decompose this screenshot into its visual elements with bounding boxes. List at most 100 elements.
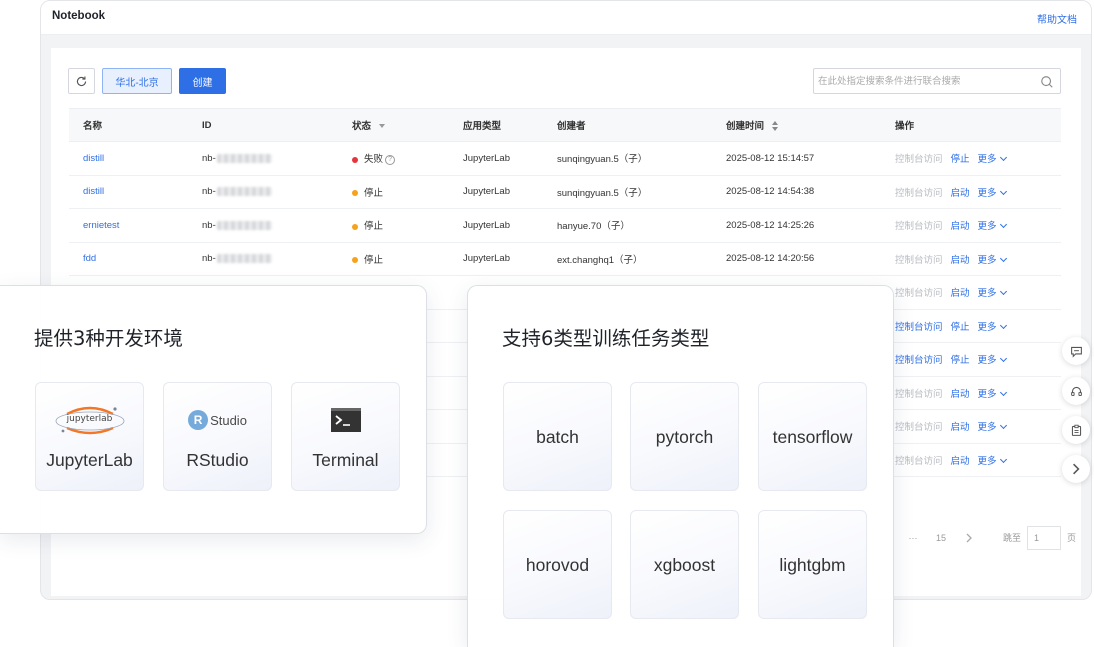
- more-label: 更多: [977, 288, 997, 300]
- table-row: distill nb- 失败? JupyterLab sunqingyuan.5…: [69, 141, 1061, 176]
- message-button[interactable]: [1062, 337, 1090, 365]
- search-icon[interactable]: [1040, 75, 1054, 89]
- start-link[interactable]: 启动: [951, 422, 970, 433]
- start-link[interactable]: 启动: [951, 255, 970, 266]
- jump-to-label: 跳至: [1003, 533, 1022, 543]
- chevron-down-icon: [999, 154, 1007, 162]
- more-dropdown[interactable]: 更多: [977, 288, 1007, 300]
- more-label: 更多: [977, 187, 997, 199]
- training-type-horovod[interactable]: horovod: [503, 510, 612, 619]
- masked-id: [216, 220, 272, 230]
- expand-toolbar-button[interactable]: [1062, 455, 1090, 483]
- start-link[interactable]: 启动: [951, 389, 970, 400]
- pagination-page-last[interactable]: 15: [929, 526, 953, 550]
- status-text: 停止: [364, 254, 384, 266]
- start-link[interactable]: 启动: [951, 221, 970, 232]
- search-input[interactable]: [818, 72, 1028, 90]
- app-type: JupyterLab: [463, 208, 557, 243]
- training-type-xgboost[interactable]: xgboost: [630, 510, 739, 619]
- more-dropdown[interactable]: 更多: [977, 254, 1007, 266]
- training-type-batch[interactable]: batch: [503, 382, 612, 491]
- column-header-created-at-label: 创建时间: [726, 121, 765, 132]
- next-page-button[interactable]: [957, 526, 981, 550]
- rstudio-tile[interactable]: R Studio RStudio: [163, 382, 272, 491]
- status-text: 停止: [364, 221, 384, 233]
- training-type-lightgbm[interactable]: lightgbm: [758, 510, 867, 619]
- console-access-link[interactable]: 控制台访问: [895, 255, 943, 266]
- message-icon: [1070, 346, 1082, 358]
- column-header-status[interactable]: 状态: [352, 108, 463, 142]
- notebook-name-link[interactable]: distill: [83, 186, 104, 197]
- start-link[interactable]: 启动: [951, 456, 970, 467]
- filter-caret-icon[interactable]: [379, 124, 386, 129]
- column-header-id: ID: [202, 108, 352, 142]
- masked-id: [216, 187, 272, 197]
- status-dot: [352, 156, 358, 163]
- console-access-link[interactable]: 控制台访问: [895, 355, 943, 366]
- notes-button[interactable]: [1062, 416, 1090, 444]
- training-type-label: pytorch: [655, 427, 714, 447]
- more-dropdown[interactable]: 更多: [977, 355, 1007, 367]
- more-dropdown[interactable]: 更多: [977, 321, 1007, 333]
- notebook-name-link[interactable]: fdd: [83, 253, 96, 264]
- console-access-link[interactable]: 控制台访问: [895, 154, 943, 165]
- more-label: 更多: [977, 388, 997, 400]
- console-access-link[interactable]: 控制台访问: [895, 456, 943, 467]
- clipboard-icon: [1071, 424, 1081, 436]
- chevron-down-icon: [999, 254, 1007, 262]
- more-label: 更多: [977, 221, 997, 233]
- app-type: JupyterLab: [463, 141, 557, 176]
- screenshot-stage: Notebook 帮助文档 华北-北京 创建 在此处指定搜索条件进行联合搜索 名…: [0, 0, 1094, 647]
- region-selector-button[interactable]: 华北-北京: [102, 68, 172, 94]
- console-access-link[interactable]: 控制台访问: [895, 389, 943, 400]
- more-dropdown[interactable]: 更多: [978, 154, 1007, 165]
- more-label: 更多: [977, 254, 997, 266]
- terminal-tile[interactable]: Terminal: [291, 382, 400, 491]
- more-dropdown[interactable]: 更多: [978, 422, 1007, 433]
- start-link[interactable]: 启动: [951, 288, 970, 299]
- console-access-link[interactable]: 控制台访问: [895, 188, 943, 199]
- more-dropdown[interactable]: 更多: [977, 187, 1007, 199]
- page-title: Notebook: [52, 10, 106, 22]
- question-circle-icon[interactable]: ?: [385, 154, 396, 165]
- training-type-pytorch[interactable]: pytorch: [630, 382, 739, 491]
- training-type-tensorflow[interactable]: tensorflow: [758, 382, 867, 491]
- status-text: 失败: [364, 154, 384, 166]
- column-header-app-type: 应用类型: [463, 108, 557, 142]
- console-access-link[interactable]: 控制台访问: [895, 422, 943, 433]
- console-access-link[interactable]: 控制台访问: [895, 288, 943, 299]
- more-label: 更多: [977, 321, 997, 333]
- notebook-name-link[interactable]: distill: [83, 153, 104, 164]
- stop-link[interactable]: 停止: [951, 322, 970, 333]
- jump-to-input[interactable]: 1: [1027, 526, 1061, 550]
- console-access-link[interactable]: 控制台访问: [895, 322, 943, 333]
- app-type: JupyterLab: [463, 175, 557, 209]
- jupyterlab-label: JupyterLab: [46, 450, 133, 470]
- more-dropdown[interactable]: 更多: [978, 455, 1007, 467]
- rstudio-logo-letter: R: [188, 410, 209, 430]
- create-button[interactable]: 创建: [179, 68, 226, 94]
- chevron-down-icon: [999, 187, 1007, 195]
- page-unit-label: 页: [1067, 533, 1077, 543]
- refresh-button[interactable]: [68, 68, 95, 94]
- masked-id: [216, 153, 272, 163]
- notebook-id-prefix: nb-: [202, 219, 216, 231]
- start-link[interactable]: 启动: [951, 188, 970, 199]
- help-docs-link[interactable]: 帮助文档: [1037, 11, 1077, 26]
- jupyterlab-tile[interactable]: jupyterlab JupyterLab: [35, 382, 144, 491]
- notebook-id-prefix: nb-: [202, 253, 216, 265]
- support-button[interactable]: [1062, 377, 1090, 405]
- table-row: fdd nb- 停止 JupyterLab ext.changhq1（子） 20…: [69, 242, 1061, 276]
- more-label: 更多: [977, 355, 997, 367]
- column-header-created-at[interactable]: 创建时间: [726, 108, 895, 142]
- training-type-label: xgboost: [653, 555, 716, 575]
- stop-link[interactable]: 停止: [951, 154, 970, 165]
- notebook-name-link[interactable]: ernietest: [83, 220, 119, 231]
- more-dropdown[interactable]: 更多: [977, 388, 1007, 400]
- pagination-ellipsis[interactable]: ···: [901, 526, 925, 550]
- stop-link[interactable]: 停止: [951, 355, 970, 366]
- chevron-down-icon: [999, 288, 1007, 296]
- sort-icon[interactable]: [772, 121, 779, 132]
- more-dropdown[interactable]: 更多: [977, 221, 1007, 233]
- console-access-link[interactable]: 控制台访问: [895, 221, 943, 232]
